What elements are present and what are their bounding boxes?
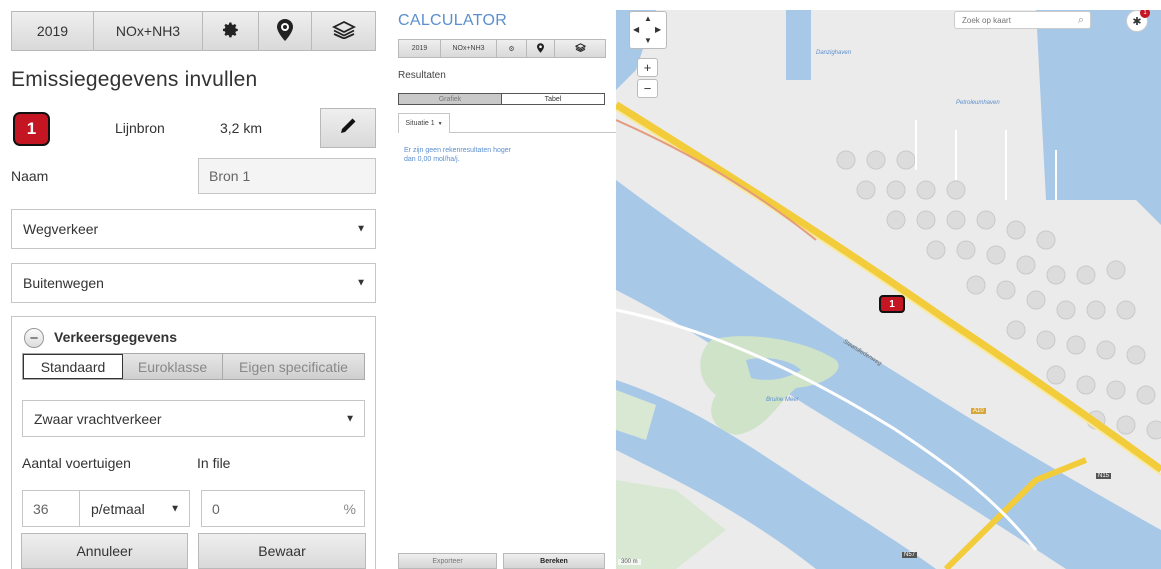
map-label-bruine-meer: Bruine Meer (766, 397, 799, 403)
save-button[interactable]: Bewaar (198, 533, 366, 569)
road-type-select-value: Buitenwegen (23, 275, 104, 291)
source-number-badge: 1 (13, 112, 50, 146)
calculate-button[interactable]: Bereken (503, 553, 605, 569)
year-button[interactable]: 2019 (399, 40, 441, 57)
no-results-message: Er zijn geen rekenresultaten hoger dan 0… (404, 147, 512, 163)
map-label-n15: N15 (1096, 473, 1112, 479)
source-length: 3,2 km (220, 120, 263, 136)
location-button[interactable] (259, 12, 312, 50)
location-button[interactable] (527, 40, 555, 57)
gear-icon: ⚙ (508, 45, 515, 53)
pan-control[interactable]: ▲ ◀ ▶ ▼ (629, 11, 667, 49)
collapse-button[interactable]: − (24, 328, 44, 348)
map-label-a10: A10 (971, 408, 986, 414)
source-type: Lijnbron (115, 120, 165, 136)
tab-tabel[interactable]: Tabel (502, 94, 604, 104)
map-marker-icon (277, 18, 293, 44)
map-view[interactable]: Danzighaven Petroleumhaven Bruine Meer S… (616, 10, 1161, 569)
settings-button[interactable] (203, 12, 259, 50)
emission-panel: 2019 NOx+NH3 Emissiegegevens invullen 1 … (0, 0, 390, 569)
page-title: Emissiegegevens invullen (11, 68, 258, 91)
map-label-petroleumhaven: Petroleumhaven (956, 100, 1000, 106)
cancel-button[interactable]: Annuleer (21, 533, 188, 569)
vehicle-count-label: Aantal voertuigen (22, 455, 131, 471)
percent-unit: % (343, 500, 356, 517)
zoom-in-button[interactable]: + (637, 58, 658, 77)
map-marker-icon (537, 42, 544, 55)
bell-icon: ✱ (1132, 15, 1142, 28)
main-toolbar: 2019 NOx+NH3 (11, 11, 376, 51)
substance-button[interactable]: NOx+NH3 (441, 40, 497, 57)
map-search-placeholder: Zoek op kaart (962, 15, 1011, 25)
scale-bar: 300 m (618, 559, 641, 565)
traffic-jam-value: 0 (212, 500, 220, 517)
caret-down-icon: ▼ (356, 277, 366, 289)
vehicle-type-select[interactable]: Zwaar vrachtverkeer ▼ (22, 400, 365, 437)
tab-standaard[interactable]: Standaard (23, 354, 123, 379)
unit-select-value: p/etmaal (91, 500, 145, 517)
tab-euroklasse[interactable]: Euroklasse (123, 354, 223, 379)
map-label-danzighaven: Danzighaven (816, 50, 852, 56)
situation-tab-label: Situatie 1 (405, 120, 435, 127)
name-field[interactable]: Bron 1 (198, 158, 376, 194)
results-view-toggle: Grafiek Tabel (398, 93, 605, 105)
pencil-icon (339, 117, 357, 140)
minus-icon: − (29, 329, 39, 347)
calculator-title: CALCULATOR (398, 12, 508, 29)
pan-arrows-icon: ▲ ◀ ▶ ▼ (633, 14, 662, 45)
caret-down-icon: ▼ (437, 120, 443, 127)
map-canvas (616, 10, 1161, 569)
caret-down-icon: ▼ (356, 223, 366, 235)
calculator-panel: CALCULATOR 2019 NOx+NH3 ⚙ Resultaten Gra… (390, 0, 616, 569)
layers-icon (331, 20, 356, 42)
layers-icon (574, 43, 586, 54)
sector-select[interactable]: Wegverkeer ▼ (11, 209, 376, 249)
sector-select-value: Wegverkeer (23, 221, 99, 237)
substance-button[interactable]: NOx+NH3 (94, 12, 203, 50)
caret-down-icon: ▼ (170, 503, 180, 514)
vehicle-type-select-value: Zwaar vrachtverkeer (34, 410, 162, 427)
map-label-n57: N57 (902, 552, 918, 558)
layers-button[interactable] (555, 40, 605, 57)
tab-divider (450, 132, 616, 133)
traffic-tabs: Standaard Euroklasse Eigen specificatie (22, 353, 365, 380)
caret-down-icon: ▼ (345, 413, 355, 424)
gear-icon (222, 21, 240, 42)
tab-eigen-specificatie[interactable]: Eigen specificatie (223, 354, 364, 379)
map-search-input[interactable]: Zoek op kaart ⌕ (954, 11, 1091, 29)
minus-icon: − (643, 81, 652, 96)
settings-button[interactable]: ⚙ (497, 40, 527, 57)
situation-tab[interactable]: Situatie 1 ▼ (398, 113, 450, 133)
name-label: Naam (11, 168, 49, 184)
tab-grafiek[interactable]: Grafiek (399, 94, 502, 104)
results-label: Resultaten (398, 70, 446, 81)
source-marker[interactable]: 1 (879, 295, 905, 313)
export-button[interactable]: Exporteer (398, 553, 497, 569)
road-type-select[interactable]: Buitenwegen ▼ (11, 263, 376, 303)
year-button[interactable]: 2019 (12, 12, 94, 50)
traffic-section: − Verkeersgegevens Standaard Euroklasse … (11, 316, 376, 569)
notifications-button[interactable]: ✱ 1 (1126, 10, 1150, 32)
zoom-out-button[interactable]: − (637, 79, 658, 98)
unit-select[interactable]: p/etmaal ▼ (79, 490, 190, 527)
vehicle-count-input[interactable]: 36 (22, 490, 80, 527)
traffic-jam-input[interactable]: 0 % (201, 490, 365, 527)
traffic-section-title: Verkeersgegevens (54, 329, 177, 345)
edit-source-button[interactable] (320, 108, 376, 148)
calculator-toolbar: 2019 NOx+NH3 ⚙ (398, 39, 606, 58)
plus-icon: + (643, 60, 652, 75)
layers-button[interactable] (312, 12, 375, 50)
search-icon: ⌕ (1077, 14, 1084, 26)
traffic-jam-label: In file (197, 455, 231, 471)
